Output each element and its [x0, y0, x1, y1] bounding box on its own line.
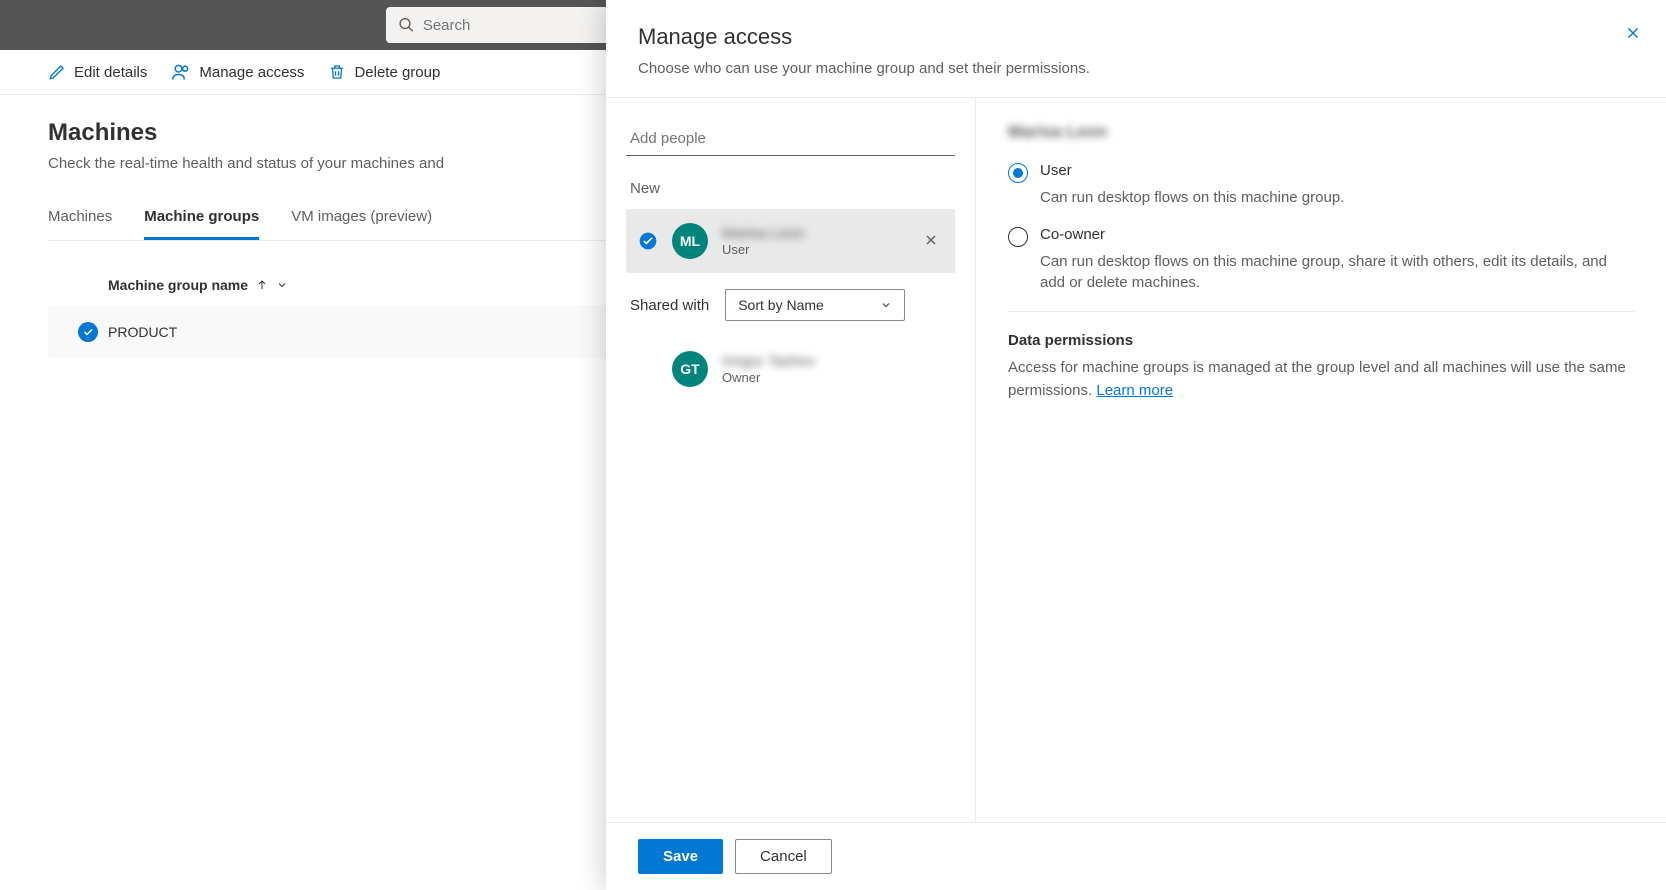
save-button[interactable]: Save: [638, 839, 723, 874]
radio-coowner-label: Co-owner: [1040, 226, 1105, 243]
person-row-new[interactable]: ML Marisa Leon User: [626, 209, 955, 273]
manage-access-panel: Manage access Choose who can use your ma…: [606, 0, 1666, 890]
row-checkbox[interactable]: [68, 322, 108, 342]
shared-with-label: Shared with: [630, 297, 709, 314]
radio-user[interactable]: [1008, 163, 1028, 183]
search-icon: [398, 16, 415, 34]
new-section-label: New: [630, 180, 955, 197]
add-people-input[interactable]: [626, 122, 955, 156]
edit-details-button[interactable]: Edit details: [48, 63, 147, 81]
divider: [1008, 311, 1634, 312]
panel-description: Choose who can use your machine group an…: [638, 60, 1634, 77]
chevron-down-icon: [276, 279, 288, 291]
remove-person-button[interactable]: [919, 228, 943, 255]
avatar: GT: [672, 351, 708, 387]
delete-group-button[interactable]: Delete group: [328, 63, 440, 81]
radio-user-option[interactable]: User: [1008, 162, 1634, 183]
chevron-down-icon: [880, 299, 892, 311]
radio-user-label: User: [1040, 162, 1072, 179]
avatar: ML: [672, 223, 708, 259]
sort-by-value: Sort by Name: [738, 297, 824, 313]
people-icon: [171, 62, 191, 82]
checkmark-icon: [78, 322, 98, 342]
close-icon: [923, 232, 939, 248]
trash-icon: [328, 63, 346, 81]
radio-user-desc: Can run desktop flows on this machine gr…: [1040, 187, 1634, 208]
sort-by-dropdown[interactable]: Sort by Name: [725, 289, 905, 321]
person-checkbox[interactable]: [638, 231, 658, 251]
tab-vm-images[interactable]: VM images (preview): [291, 196, 432, 240]
person-role: Owner: [722, 370, 943, 385]
arrow-up-icon: [256, 279, 268, 291]
person-name: Marisa Leon: [722, 225, 905, 242]
panel-close-button[interactable]: [1624, 24, 1642, 45]
panel-right-column: Marisa Leon User Can run desktop flows o…: [976, 98, 1666, 822]
manage-access-button[interactable]: Manage access: [171, 62, 304, 82]
data-permissions-text: Access for machine groups is managed at …: [1008, 357, 1634, 402]
manage-access-label: Manage access: [199, 64, 304, 81]
radio-coowner-option[interactable]: Co-owner: [1008, 226, 1634, 247]
data-permissions-title: Data permissions: [1008, 332, 1634, 349]
delete-group-label: Delete group: [354, 64, 440, 81]
close-icon: [1624, 24, 1642, 42]
radio-coowner[interactable]: [1008, 227, 1028, 247]
tab-machine-groups[interactable]: Machine groups: [144, 196, 259, 240]
cancel-button[interactable]: Cancel: [735, 839, 832, 874]
tab-machines[interactable]: Machines: [48, 196, 112, 240]
panel-footer: Save Cancel: [606, 822, 1666, 890]
person-row-owner[interactable]: GT Grigor Tashev Owner: [626, 337, 955, 401]
learn-more-link[interactable]: Learn more: [1096, 382, 1173, 399]
edit-details-label: Edit details: [74, 64, 147, 81]
radio-coowner-desc: Can run desktop flows on this machine gr…: [1040, 251, 1634, 293]
person-name: Grigor Tashev: [722, 353, 943, 370]
person-role: User: [722, 242, 905, 257]
selected-person-name: Marisa Leon: [1008, 122, 1107, 142]
panel-left-column: New ML Marisa Leon User Sha: [606, 98, 976, 822]
pencil-icon: [48, 63, 66, 81]
panel-header: Manage access Choose who can use your ma…: [606, 0, 1666, 98]
check-circle-icon: [638, 231, 658, 251]
panel-title: Manage access: [638, 24, 1634, 50]
